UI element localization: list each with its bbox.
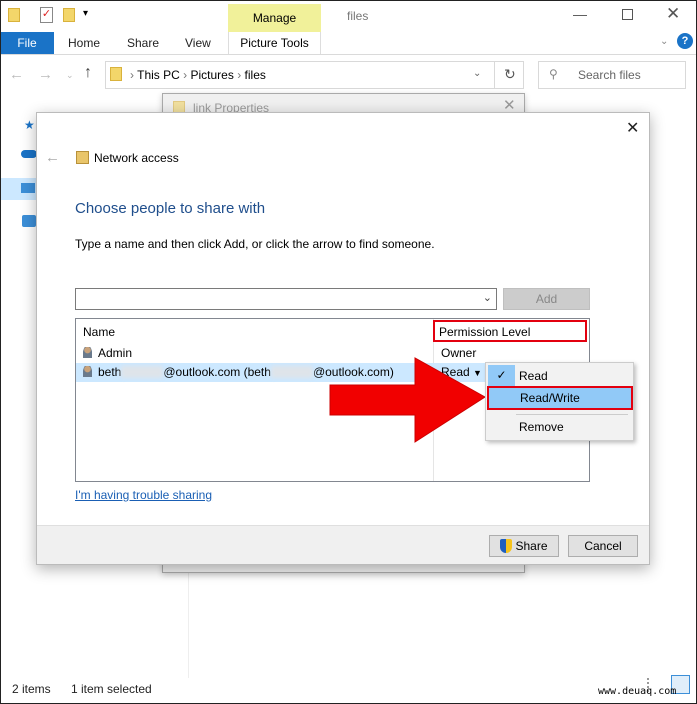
- cancel-button[interactable]: Cancel: [568, 535, 638, 557]
- onedrive-icon[interactable]: [21, 150, 37, 158]
- customize-toolbar-icon[interactable]: ▾: [83, 8, 88, 19]
- watermark: www.deuaq.com: [598, 686, 677, 697]
- dialog-heading: Choose people to share with: [75, 200, 266, 217]
- tab-share[interactable]: Share: [127, 36, 159, 50]
- search-box[interactable]: ⚲ Search files: [538, 61, 686, 89]
- name-combobox[interactable]: ⌄: [75, 288, 497, 310]
- crumb-this-pc[interactable]: This PC: [137, 68, 180, 82]
- new-folder-icon[interactable]: [63, 8, 75, 22]
- user-name: Admin: [98, 346, 133, 360]
- ribbon-divider: [0, 54, 697, 55]
- dialog-footer: Share Cancel: [37, 525, 649, 564]
- crumb-pictures[interactable]: Pictures: [191, 68, 234, 82]
- this-pc-icon: [21, 183, 35, 193]
- tab-view[interactable]: View: [185, 36, 211, 50]
- share-label: Share: [515, 539, 548, 553]
- network-access-dialog: ✕ ← Network access Choose people to shar…: [36, 112, 650, 565]
- status-selection: 1 item selected: [71, 682, 152, 696]
- uac-shield-icon: [500, 539, 513, 553]
- expand-ribbon-icon[interactable]: ⌄: [660, 36, 668, 47]
- tab-home[interactable]: Home: [68, 36, 100, 50]
- close-window-button[interactable]: ✕: [666, 4, 680, 24]
- red-arrow-annotation: [329, 357, 486, 443]
- add-button[interactable]: Add: [503, 288, 590, 310]
- column-header-name[interactable]: Name: [83, 325, 115, 339]
- pane-divider: [188, 570, 189, 678]
- menu-item-read-write[interactable]: Read/Write: [487, 386, 633, 410]
- back-icon[interactable]: ←: [9, 66, 24, 83]
- permission-menu: ✓ Read Read/Write Remove: [485, 362, 634, 441]
- user-icon: [83, 347, 92, 358]
- up-icon[interactable]: ↑: [84, 64, 92, 82]
- user-name-prefix: beth: [98, 365, 122, 379]
- search-icon: ⚲: [549, 67, 558, 81]
- properties-icon[interactable]: ✓: [40, 7, 53, 23]
- network-icon[interactable]: [22, 215, 36, 227]
- folder-icon: [110, 67, 122, 81]
- user-name-mid: @outlook.com (beth: [163, 365, 271, 379]
- back-button[interactable]: ←: [45, 149, 60, 166]
- dropdown-arrow-icon[interactable]: ⌄: [483, 291, 492, 304]
- close-dialog-button[interactable]: ✕: [626, 118, 639, 138]
- trouble-sharing-link[interactable]: I'm having trouble sharing: [75, 488, 212, 502]
- minimize-button[interactable]: —: [573, 6, 587, 22]
- share-button[interactable]: Share: [489, 535, 559, 557]
- instruction-text: Type a name and then click Add, or click…: [75, 237, 435, 251]
- menu-item-label: Read/Write: [520, 391, 580, 405]
- network-share-icon: [76, 151, 89, 164]
- tab-file[interactable]: File: [0, 32, 54, 54]
- breadcrumb: › This PC › Pictures › files: [130, 68, 266, 82]
- forward-icon[interactable]: →: [38, 66, 53, 83]
- crumb-files[interactable]: files: [245, 68, 266, 82]
- tab-label: File: [17, 36, 37, 50]
- search-placeholder: Search files: [578, 68, 641, 82]
- redacted-text: [270, 366, 313, 378]
- divider: [494, 62, 495, 88]
- menu-item-read[interactable]: Read: [519, 369, 548, 383]
- address-bar[interactable]: › This PC › Pictures › files ⌄ ↻: [105, 61, 524, 89]
- nav-this-pc[interactable]: [0, 178, 36, 200]
- tab-picture-tools[interactable]: Picture Tools: [228, 32, 321, 54]
- status-item-count: 2 items: [12, 682, 51, 696]
- dialog-title: Network access: [94, 151, 179, 165]
- window-title: files: [347, 9, 369, 23]
- arrow-shape: [329, 357, 486, 443]
- check-icon: ✓: [488, 365, 515, 386]
- redacted-text: [121, 366, 164, 378]
- menu-item-remove[interactable]: Remove: [519, 420, 564, 434]
- help-icon[interactable]: ?: [677, 33, 693, 49]
- folder-icon: [8, 8, 20, 22]
- maximize-button[interactable]: [622, 9, 633, 20]
- recent-dropdown-icon[interactable]: ⌄: [66, 70, 74, 81]
- manage-label: Manage: [252, 11, 297, 25]
- user-icon: [83, 366, 92, 377]
- name-input[interactable]: [78, 290, 473, 308]
- quick-access-icon[interactable]: ★: [24, 118, 35, 132]
- column-header-permission[interactable]: Permission Level: [433, 320, 587, 342]
- manage-tab[interactable]: Manage: [228, 4, 321, 32]
- address-dropdown-icon[interactable]: ⌄: [473, 68, 481, 79]
- refresh-icon[interactable]: ↻: [504, 66, 516, 83]
- permission-header-label: Permission Level: [439, 325, 531, 339]
- menu-separator: [516, 414, 628, 415]
